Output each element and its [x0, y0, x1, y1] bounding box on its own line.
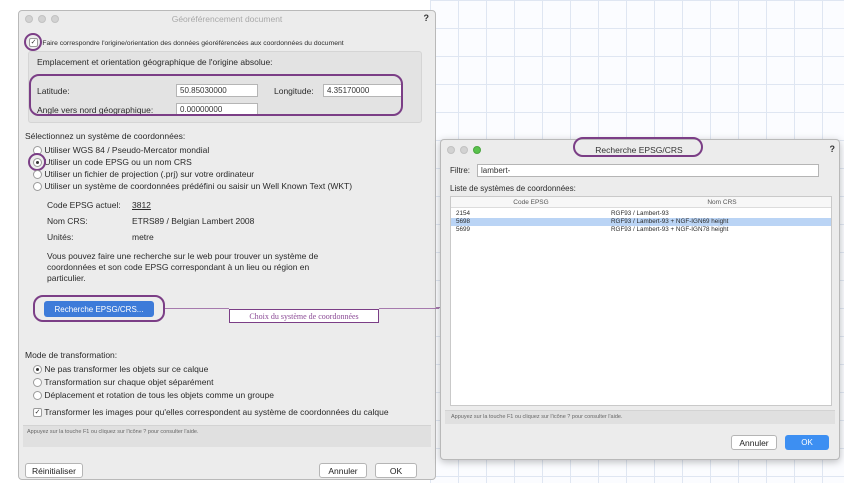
list-title: Liste de systèmes de coordonnées: — [450, 184, 576, 193]
table-row[interactable]: 2154 RGF93 / Lambert-93 — [451, 210, 831, 218]
transform-option-group[interactable]: Déplacement et rotation de tous les obje… — [33, 390, 275, 401]
web-search-text-line1: Vous pouvez faire une recherche sur le w… — [47, 251, 319, 261]
reset-button[interactable]: Réinitialiser — [25, 463, 83, 478]
row-name: RGF93 / Lambert-93 — [611, 210, 669, 217]
transform-none-label: Ne pas transformer les objets sur ce cal… — [44, 364, 209, 374]
window-controls — [25, 15, 59, 23]
help-icon[interactable]: ? — [830, 144, 836, 154]
radio-wkt-label: Utiliser un système de coordonnées prédé… — [44, 181, 353, 191]
epsg-current-link[interactable]: 3812 — [132, 200, 151, 210]
help-hint-text: Appuyez sur la touche F1 ou cliquez sur … — [27, 429, 199, 435]
column-header-code[interactable]: Code EPSG — [451, 197, 611, 208]
transform-group-radio[interactable] — [33, 391, 42, 401]
transform-group-label: Déplacement et rotation de tous les obje… — [44, 390, 275, 400]
close-window-button[interactable] — [447, 146, 455, 154]
cancel-button[interactable]: Annuler — [731, 435, 777, 450]
web-search-text-line2: coordonnées et son code EPSG corresponda… — [47, 262, 310, 272]
epsg-search-dialog: Recherche EPSG/CRS ? Filtre: lambert- Li… — [440, 137, 840, 460]
transform-images-checkbox[interactable]: ✓ — [33, 408, 42, 418]
radio-wkt-control[interactable] — [33, 182, 42, 192]
row-name: RGF93 / Lambert-93 + NGF-IGN69 height — [611, 218, 729, 225]
row-name: RGF93 / Lambert-93 + NGF-IGN78 height — [611, 226, 729, 233]
table-header: Code EPSG Nom CRS — [451, 197, 831, 208]
coord-system-title: Sélectionnez un système de coordonnées: — [25, 131, 186, 141]
crs-name-label: Nom CRS: — [47, 216, 88, 226]
help-icon[interactable]: ? — [424, 13, 430, 23]
web-search-text-line3: particulier. — [47, 273, 86, 283]
help-hint-bar: Appuyez sur la touche F1 ou cliquez sur … — [445, 410, 835, 424]
transform-each-radio[interactable] — [33, 378, 42, 388]
filter-input[interactable]: lambert- — [477, 164, 819, 177]
zoom-window-button[interactable] — [51, 15, 59, 23]
radio-prj-control[interactable] — [33, 170, 42, 180]
units-value: metre — [132, 232, 154, 242]
cancel-button[interactable]: Annuler — [319, 463, 367, 478]
transform-title: Mode de transformation: — [25, 350, 118, 360]
minimize-window-button[interactable] — [460, 146, 468, 154]
column-header-name[interactable]: Nom CRS — [611, 197, 833, 208]
match-origin-label: Faire correspondre l'origine/orientation… — [42, 40, 344, 47]
annotation-ring-origin — [29, 74, 403, 116]
radio-prj-file[interactable]: Utiliser un fichier de projection (.prj)… — [33, 169, 255, 180]
row-code: 5698 — [456, 218, 471, 225]
dialog-title: Géoréférencement document — [171, 14, 283, 24]
radio-wgs84-label: Utiliser WGS 84 / Pseudo-Mercator mondia… — [44, 145, 210, 155]
help-hint-bar: Appuyez sur la touche F1 ou cliquez sur … — [23, 425, 431, 447]
row-code: 2154 — [456, 210, 471, 217]
crs-name-value: ETRS89 / Belgian Lambert 2008 — [132, 216, 255, 226]
epsg-current-label: Code EPSG actuel: — [47, 200, 121, 210]
radio-wgs84[interactable]: Utiliser WGS 84 / Pseudo-Mercator mondia… — [33, 145, 210, 156]
transform-images-label: Transformer les images pour qu'elles cor… — [44, 407, 389, 417]
filter-label: Filtre: — [450, 166, 470, 175]
radio-wkt[interactable]: Utiliser un système de coordonnées prédé… — [33, 181, 353, 192]
annotation-circle-checkbox — [24, 33, 42, 51]
window-controls — [447, 146, 481, 154]
table-row[interactable]: 5699 RGF93 / Lambert-93 + NGF-IGN78 heig… — [451, 226, 831, 234]
georeferencing-dialog: Géoréférencement document ? ✓ Faire corr… — [18, 10, 439, 480]
transform-none-radio[interactable] — [33, 365, 42, 375]
annotation-ring-title — [573, 137, 703, 157]
ok-button[interactable]: OK — [375, 463, 417, 478]
transform-images-row[interactable]: ✓ Transformer les images pour qu'elles c… — [33, 407, 389, 418]
callout-line-right — [379, 308, 439, 309]
dialog-titlebar: Géoréférencement document ? — [19, 11, 435, 27]
units-label: Unités: — [47, 232, 74, 242]
origin-section-title: Emplacement et orientation géographique … — [37, 57, 273, 67]
crs-table: Code EPSG Nom CRS 2154 RGF93 / Lambert-9… — [450, 196, 832, 406]
radio-epsg[interactable]: Utiliser un code EPSG ou un nom CRS — [33, 157, 192, 168]
transform-option-none[interactable]: Ne pas transformer les objets sur ce cal… — [33, 364, 209, 375]
callout-line-left — [165, 308, 229, 309]
row-code: 5699 — [456, 226, 471, 233]
annotation-ring-search-button — [33, 295, 165, 322]
minimize-window-button[interactable] — [38, 15, 46, 23]
transform-option-each[interactable]: Transformation sur chaque objet séparéme… — [33, 377, 214, 388]
zoom-window-button[interactable] — [473, 146, 481, 154]
match-origin-row[interactable]: ✓ Faire correspondre l'origine/orientati… — [29, 37, 344, 48]
callout-label: Choix du système de coordonnées — [229, 309, 379, 323]
radio-prj-label: Utiliser un fichier de projection (.prj)… — [44, 169, 255, 179]
table-row-selected[interactable]: 5698 RGF93 / Lambert-93 + NGF-IGN69 heig… — [451, 218, 831, 226]
close-window-button[interactable] — [25, 15, 33, 23]
transform-each-label: Transformation sur chaque objet séparéme… — [44, 377, 214, 387]
help-hint-text: Appuyez sur la touche F1 ou cliquez sur … — [451, 414, 623, 420]
ok-button[interactable]: OK — [785, 435, 829, 450]
radio-epsg-label: Utiliser un code EPSG ou un nom CRS — [44, 157, 192, 167]
